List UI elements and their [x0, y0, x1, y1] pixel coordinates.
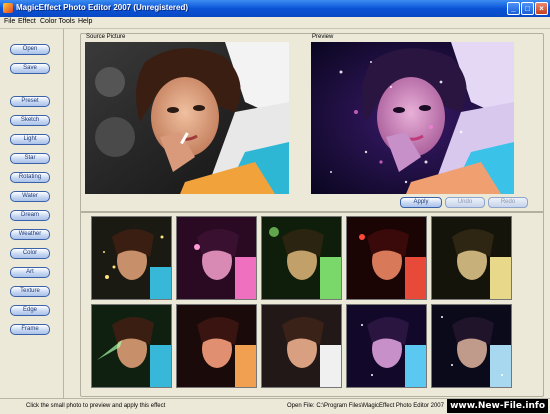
effect-sketch-button[interactable]: Sketch	[10, 115, 50, 126]
effect-thumbnail[interactable]	[346, 304, 427, 388]
status-bar: Click the small photo to preview and app…	[0, 398, 550, 414]
menu-effect[interactable]: Effect	[18, 18, 36, 25]
preview-picture[interactable]	[311, 42, 514, 194]
title-bar: MagicEffect Photo Editor 2007 (Unregiste…	[0, 0, 550, 17]
effect-color-button[interactable]: Color	[10, 248, 50, 259]
menu-bar: File Effect Color Tools Help	[0, 17, 550, 29]
effects-sidebar: Open Save Preset Sketch Light Star Rotat…	[0, 29, 64, 398]
effect-weather-button[interactable]: Weather	[10, 229, 50, 240]
source-picture[interactable]	[85, 42, 289, 194]
effect-dream-button[interactable]: Dream	[10, 210, 50, 221]
effect-thumbnail[interactable]	[176, 216, 257, 300]
effect-frame-button[interactable]: Frame	[10, 324, 50, 335]
effect-thumbnail[interactable]	[346, 216, 427, 300]
status-open-file: Open File: C:\Program Files\MagicEffect …	[287, 403, 444, 409]
main-area: Source Picture Preview Apply Undo Redo	[64, 29, 550, 398]
effect-thumbnail[interactable]	[91, 216, 172, 300]
maximize-button[interactable]: □	[521, 2, 534, 15]
effect-water-button[interactable]: Water	[10, 191, 50, 202]
watermark: www.New-File.info	[447, 399, 548, 413]
open-button[interactable]: Open	[10, 44, 50, 55]
redo-button[interactable]: Redo	[488, 197, 528, 208]
effect-preset-button[interactable]: Preset	[10, 96, 50, 107]
effect-texture-button[interactable]: Texture	[10, 286, 50, 297]
effect-star-button[interactable]: Star	[10, 153, 50, 164]
preview-label: Preview	[312, 34, 334, 40]
window-title: MagicEffect Photo Editor 2007 (Unregiste…	[16, 3, 189, 12]
source-picture-label: Source Picture	[86, 34, 126, 40]
close-button[interactable]: ×	[535, 2, 548, 15]
menu-color-tools[interactable]: Color Tools	[40, 18, 75, 25]
status-hint: Click the small photo to preview and app…	[26, 403, 166, 409]
effect-rotating-button[interactable]: Rotating	[10, 172, 50, 183]
menu-file[interactable]: File	[4, 18, 15, 25]
effect-thumbnail[interactable]	[261, 304, 342, 388]
effect-edge-button[interactable]: Edge	[10, 305, 50, 316]
menu-help[interactable]: Help	[78, 18, 92, 25]
effect-light-button[interactable]: Light	[10, 134, 50, 145]
effect-thumbnail[interactable]	[176, 304, 257, 388]
effect-thumbnail[interactable]	[431, 216, 512, 300]
effect-art-button[interactable]: Art	[10, 267, 50, 278]
apply-button[interactable]: Apply	[400, 197, 442, 208]
app-icon	[3, 3, 13, 13]
undo-button[interactable]: Undo	[445, 197, 485, 208]
effect-thumbnail[interactable]	[431, 304, 512, 388]
minimize-button[interactable]: _	[507, 2, 520, 15]
effect-thumbnail[interactable]	[91, 304, 172, 388]
effect-thumbnail[interactable]	[261, 216, 342, 300]
save-button[interactable]: Save	[10, 63, 50, 74]
